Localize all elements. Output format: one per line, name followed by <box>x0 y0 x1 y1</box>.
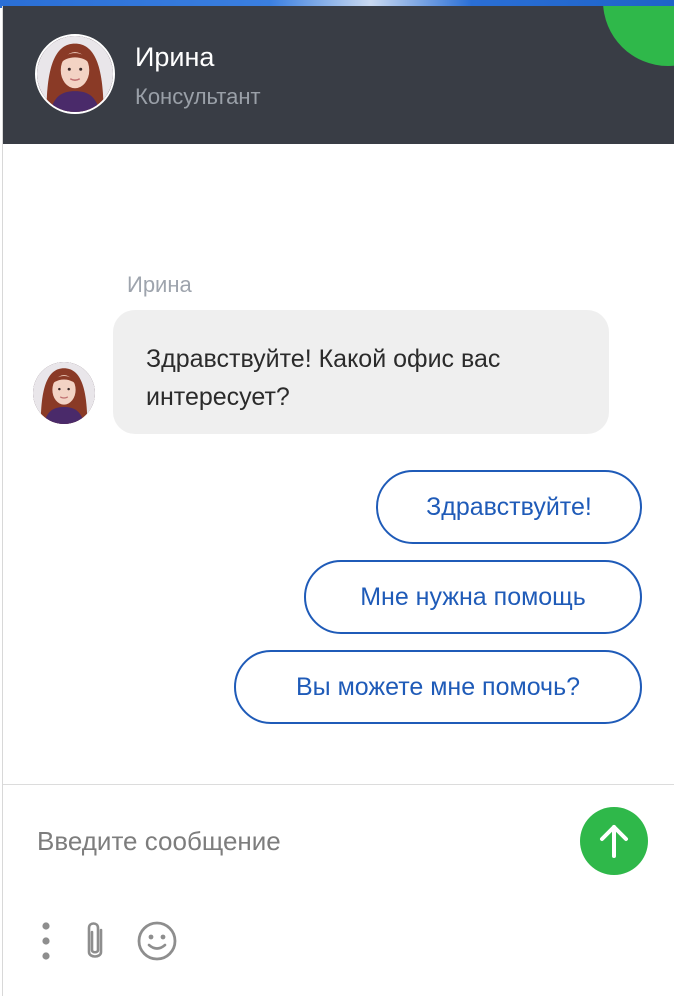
more-vertical-icon <box>42 922 50 960</box>
header-corner-accent <box>603 6 674 66</box>
agent-role: Консультант <box>135 84 261 109</box>
agent-name: Ирина <box>135 42 215 72</box>
smile-icon <box>137 921 177 961</box>
emoji-button[interactable] <box>135 919 179 963</box>
message-input[interactable] <box>35 818 559 864</box>
arrow-up-icon <box>600 825 628 858</box>
agent-avatar <box>35 34 115 114</box>
quick-reply-need-help[interactable]: Мне нужна помощь <box>304 560 642 634</box>
quick-reply-hello[interactable]: Здравствуйте! <box>376 470 642 544</box>
composer-divider <box>3 784 674 785</box>
attach-file-button[interactable] <box>81 920 109 964</box>
quick-reply-can-you-help[interactable]: Вы можете мне помочь? <box>234 650 642 724</box>
chat-header: Ирина Консультант <box>3 6 674 144</box>
paperclip-icon <box>87 922 103 958</box>
message-avatar <box>33 362 95 424</box>
message-sender-name: Ирина <box>127 272 192 297</box>
chat-widget: Ирина Консультант Ирина Здравствуйте! Ка… <box>2 6 674 996</box>
more-options-button[interactable] <box>39 920 53 962</box>
incoming-message-bubble: Здравствуйте! Какой офис вас интересует? <box>113 310 609 434</box>
send-button[interactable] <box>580 807 648 875</box>
